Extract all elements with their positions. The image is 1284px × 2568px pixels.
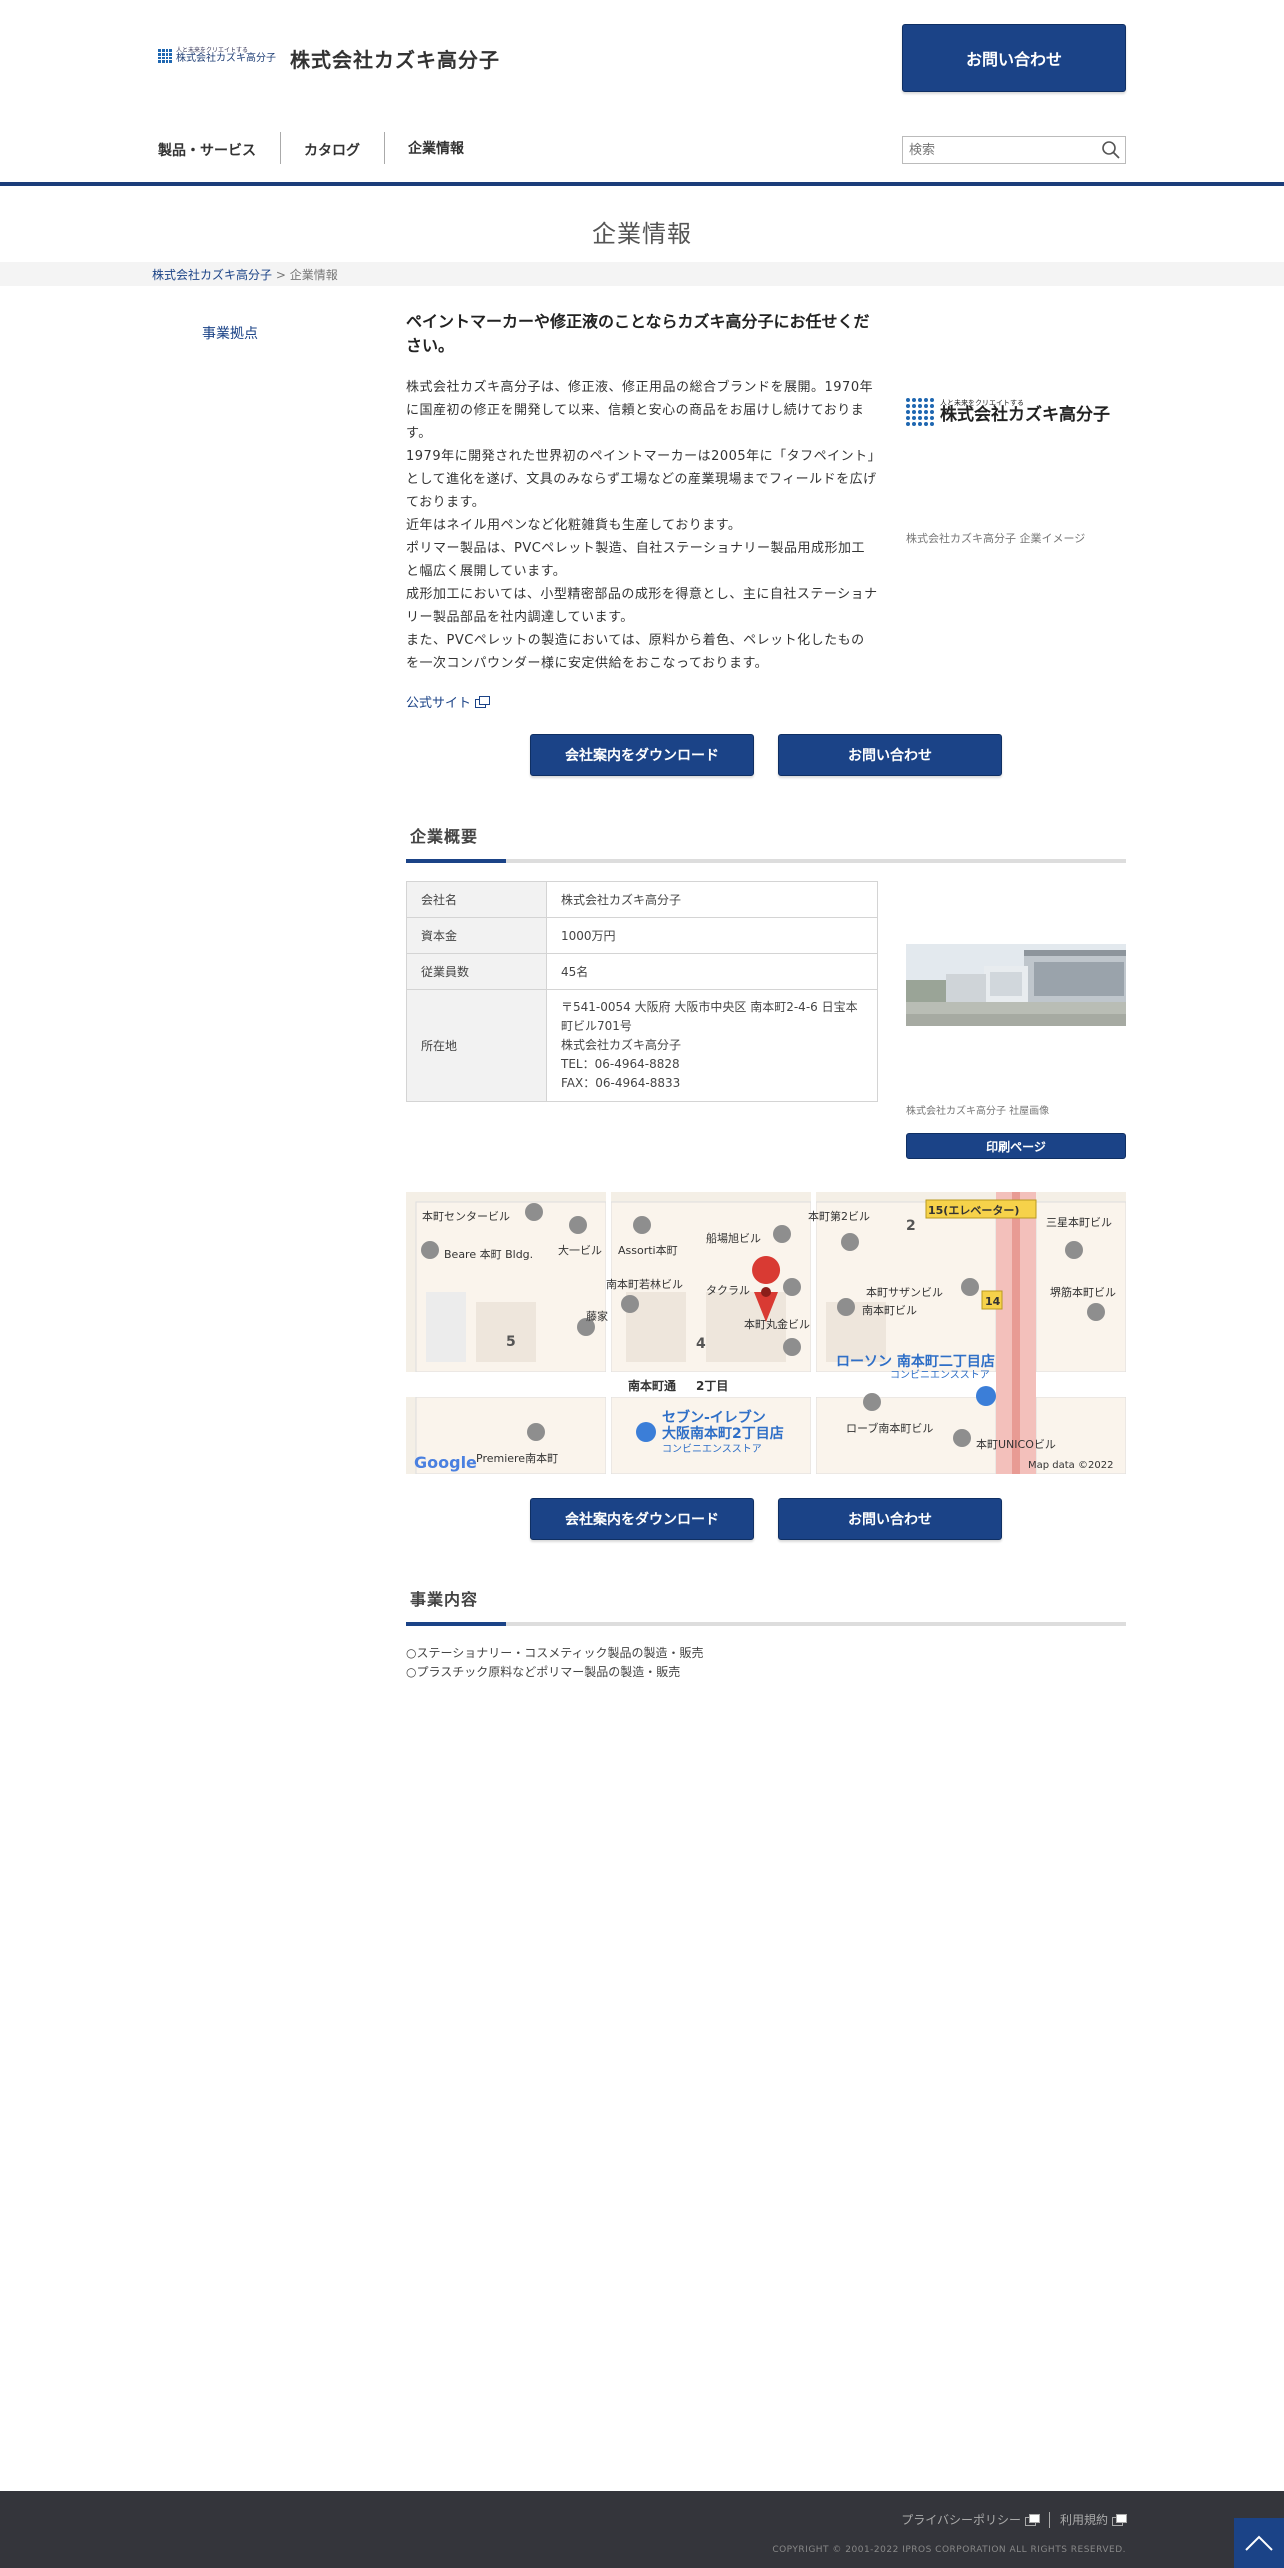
svg-text:2丁目: 2丁目 (696, 1379, 728, 1393)
list-item: ○ステーショナリー・コスメティック製品の製造・販売 (406, 1646, 704, 1660)
print-page-button[interactable]: 印刷ページ (906, 1133, 1126, 1159)
action-buttons-bottom: 会社案内をダウンロード お問い合わせ (406, 1498, 1126, 1540)
svg-text:セブン-イレブン: セブン-イレブン (662, 1409, 766, 1426)
svg-text:Premiere南本町: Premiere南本町 (476, 1451, 558, 1465)
contact-button[interactable]: お問い合わせ (778, 1498, 1002, 1540)
map-block-2: 2 (906, 1218, 916, 1234)
logo-text: 株式会社カズキ高分子 (176, 53, 276, 64)
contact-button[interactable]: お問い合わせ (778, 734, 1002, 776)
svg-text:本町センタービル: 本町センタービル (422, 1209, 510, 1223)
map-block-5: 5 (506, 1334, 516, 1350)
svg-text:南本町ビル: 南本町ビル (862, 1303, 917, 1317)
table-row: 会社名 株式会社カズキ高分子 (406, 881, 878, 918)
page-title: 企業情報 (592, 220, 692, 248)
svg-text:タクラル: タクラル (706, 1284, 750, 1297)
company-image-logo: 人と未来をクリエイトする 株式会社カズキ高分子 (906, 398, 1110, 426)
external-link-icon (475, 696, 491, 708)
chevron-up-icon (1245, 2535, 1273, 2551)
search-box (902, 136, 1126, 164)
breadcrumb-home-link[interactable]: 株式会社カズキ高分子 (152, 268, 272, 282)
external-link-icon (1112, 2514, 1127, 2526)
svg-text:南本町若林ビル: 南本町若林ビル (606, 1277, 683, 1291)
intro-body: 株式会社カズキ高分子は、修正液、修正用品の総合ブランドを展開。1970年に国産初… (406, 380, 878, 671)
svg-text:15(エレベーター): 15(エレベーター) (928, 1204, 1019, 1217)
official-site-link[interactable]: 公式サイト (406, 692, 491, 711)
footer-links: プライバシーポリシー 利用規約 (901, 2511, 1127, 2528)
footer-divider (1048, 2511, 1050, 2528)
table-row: 従業員数 45名 (406, 953, 878, 990)
list-item: ○プラスチック原料などポリマー製品の製造・販売 (406, 1665, 681, 1679)
download-brochure-button[interactable]: 会社案内をダウンロード (530, 1498, 754, 1540)
site-footer: プライバシーポリシー 利用規約 COPYRIGHT © 2001-2022 IP… (0, 2491, 1284, 2568)
svg-text:Beare 本町 Bldg.: Beare 本町 Bldg. (444, 1247, 533, 1261)
external-link-icon (1024, 2514, 1040, 2526)
svg-text:Map data ©2022: Map data ©2022 (1028, 1460, 1113, 1471)
svg-text:船場旭ビル: 船場旭ビル (706, 1231, 761, 1245)
sidebar-item-locations[interactable]: 事業拠点 (202, 323, 258, 343)
table-row: 資本金 1000万円 (406, 917, 878, 954)
svg-text:三星本町ビル: 三星本町ビル (1046, 1215, 1112, 1229)
intro-heading: ペイントマーカーや修正液のことならカズキ高分子にお任せください。 (406, 312, 870, 355)
main-nav: 製品・サービス カタログ 企業情報 (158, 128, 494, 186)
logo-mark-icon (906, 398, 934, 426)
svg-text:藤家: 藤家 (586, 1309, 608, 1323)
google-logo: Google (414, 1453, 477, 1472)
svg-text:コンビニエンスストア: コンビニエンスストア (890, 1369, 990, 1381)
logo-mark-icon (158, 49, 172, 63)
site-header: 人と未来をクリエイトする 株式会社カズキ高分子 株式会社カズキ高分子 お問い合わ… (0, 0, 1284, 186)
page-top-button[interactable] (1234, 2518, 1284, 2568)
terms-link[interactable]: 利用規約 (1060, 2511, 1127, 2528)
business-list: ○ステーショナリー・コスメティック製品の製造・販売 ○プラスチック原料などポリマ… (406, 1644, 704, 1682)
svg-text:Assorti本町: Assorti本町 (618, 1243, 678, 1257)
header-logo[interactable]: 人と未来をクリエイトする 株式会社カズキ高分子 (158, 48, 276, 64)
svg-text:本町丸金ビル: 本町丸金ビル (744, 1317, 810, 1331)
breadcrumb-current: 企業情報 (289, 268, 338, 282)
map-route-14: 14 (985, 1295, 1001, 1308)
svg-text:本町サザンビル: 本町サザンビル (866, 1285, 943, 1299)
business-section-title: 事業内容 (406, 1586, 1126, 1626)
svg-text:本町UNICOビル: 本町UNICOビル (976, 1437, 1056, 1451)
nav-item-catalog[interactable]: カタログ (280, 128, 384, 186)
download-brochure-button[interactable]: 会社案内をダウンロード (530, 734, 754, 776)
building-photo (906, 944, 1126, 1026)
action-buttons-top: 会社案内をダウンロード お問い合わせ (406, 734, 1126, 776)
svg-text:コンビニエンスストア: コンビニエンスストア (662, 1443, 762, 1455)
svg-text:ローブ南本町ビル: ローブ南本町ビル (846, 1421, 933, 1435)
svg-text:南本町通: 南本町通 (628, 1378, 676, 1393)
svg-text:本町第2ビル: 本町第2ビル (808, 1209, 870, 1223)
svg-text:大一ビル: 大一ビル (558, 1243, 602, 1257)
company-overview-table: 会社名 株式会社カズキ高分子 資本金 1000万円 従業員数 45名 所在地 〒… (406, 881, 878, 1102)
table-row: 所在地 〒541-0054 大阪府 大阪市中央区 南本町2-4-6 日宝本町ビル… (406, 989, 878, 1102)
header-contact-button[interactable]: お問い合わせ (902, 24, 1126, 92)
google-map[interactable]: 5 4 2 14 本町センタービル Beare 本町 Bldg. 大一ビル As… (406, 1192, 1126, 1474)
svg-text:ローソン 南本町二丁目店: ローソン 南本町二丁目店 (836, 1353, 995, 1370)
search-icon[interactable] (1097, 137, 1125, 163)
overview-section-title: 企業概要 (406, 823, 1126, 863)
copyright: COPYRIGHT © 2001-2022 IPROS CORPORATION … (772, 2545, 1126, 2555)
map-block-4: 4 (696, 1336, 706, 1352)
nav-item-company[interactable]: 企業情報 (384, 128, 494, 186)
building-photo-caption: 株式会社カズキ高分子 社屋画像 (906, 1106, 1050, 1117)
svg-text:大阪南本町2丁目店: 大阪南本町2丁目店 (662, 1425, 784, 1442)
side-logo-name: 株式会社カズキ高分子 (940, 404, 1110, 425)
company-image-caption: 株式会社カズキ高分子 企業イメージ (906, 532, 1086, 545)
breadcrumb: 株式会社カズキ高分子 > 企業情報 (152, 268, 338, 282)
nav-item-products[interactable]: 製品・サービス (158, 128, 280, 186)
company-name: 株式会社カズキ高分子 (290, 48, 500, 72)
address-cell: 〒541-0054 大阪府 大阪市中央区 南本町2-4-6 日宝本町ビル701号… (546, 989, 878, 1102)
privacy-policy-link[interactable]: プライバシーポリシー (901, 2511, 1040, 2528)
search-input[interactable] (903, 137, 1097, 163)
svg-text:堺筋本町ビル: 堺筋本町ビル (1050, 1285, 1116, 1299)
